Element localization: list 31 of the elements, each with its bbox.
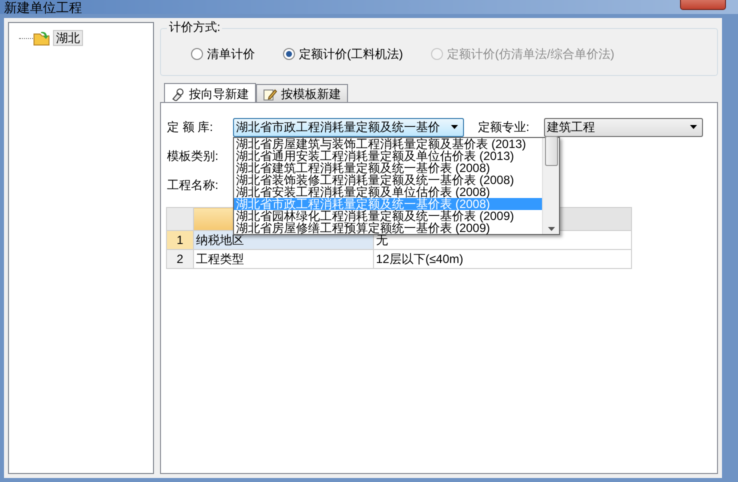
dropdown-option[interactable]: 湖北省房屋建筑与装饰工程消耗量定额及基价表 (2013) — [234, 138, 542, 150]
scrollbar[interactable] — [542, 138, 559, 234]
caret-icon — [451, 125, 458, 129]
caret-icon — [690, 125, 697, 129]
field-label: 定额专业: — [478, 120, 530, 134]
row-number: 1 — [166, 230, 194, 250]
tab[interactable]: 按模板新建 — [256, 84, 348, 102]
group-label: 计价方式: — [167, 20, 222, 34]
dropdown-option[interactable]: 湖北省安装工程消耗量定额及单位估价表 (2008) — [234, 186, 542, 198]
field-label: 工程名称: — [167, 178, 218, 192]
folder-icon — [33, 30, 51, 46]
window-title: 新建单位工程 — [4, 1, 82, 14]
table-cell[interactable]: 工程类型 — [194, 250, 374, 268]
quota-library-dropdown[interactable]: 湖北省市政工程消耗量定额及统一基价 — [233, 118, 464, 136]
dropdown-option[interactable]: 湖北省建筑工程消耗量定额及统一基价表 (2008) — [234, 162, 542, 174]
scroll-thumb[interactable] — [544, 136, 558, 166]
tree-item[interactable]: 湖北 — [53, 30, 83, 46]
radio-option[interactable]: 清单计价 — [191, 47, 255, 61]
dropdown-option[interactable]: 湖北省通用安装工程消耗量定额及单位估价表 (2013) — [234, 150, 542, 162]
dropdown-option[interactable]: 湖北省装饰装修工程消耗量定额及统一基价表 (2008) — [234, 174, 542, 186]
field-label: 定 额 库: — [167, 120, 214, 134]
field-label: 模板类别: — [167, 149, 218, 163]
row-number: 2 — [166, 250, 194, 268]
magnifier-icon — [171, 86, 185, 100]
pencil-icon — [263, 86, 277, 100]
tab[interactable]: 按向导新建 — [164, 83, 256, 103]
scroll-down-icon — [548, 227, 554, 231]
dropdown-option[interactable]: 湖北省园林绿化工程消耗量定额及统一基价表 (2009) — [234, 210, 542, 222]
radio-option[interactable]: 定额计价(工料机法) — [283, 47, 403, 61]
table-cell[interactable]: 12层以下(≤40m) — [374, 250, 632, 268]
specialty-dropdown[interactable]: 建筑工程 — [544, 118, 703, 136]
